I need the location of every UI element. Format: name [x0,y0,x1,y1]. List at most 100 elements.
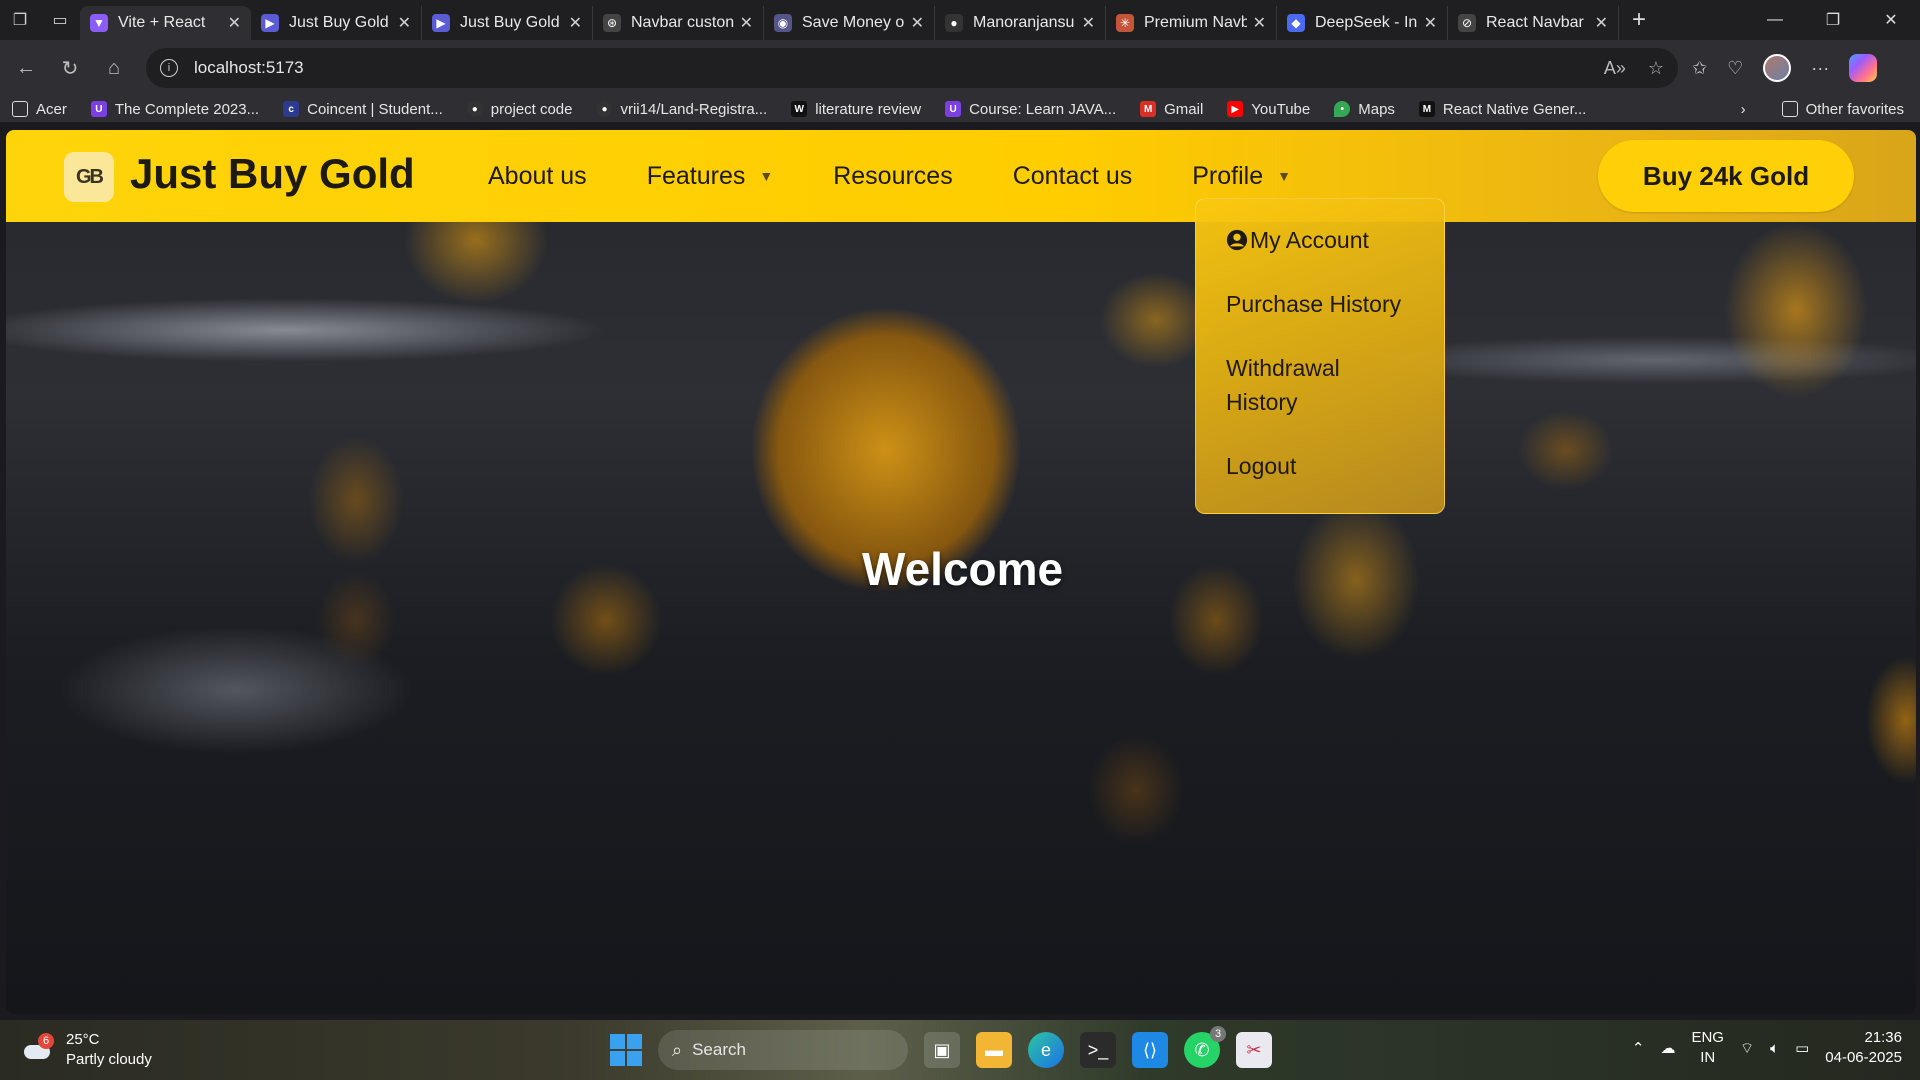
site-favicon-icon: ⊘ [1458,14,1476,32]
lang-top: ENG [1691,1029,1724,1046]
tab-close-icon[interactable]: ✕ [911,13,924,33]
tray-overflow-chevron-icon[interactable]: ⌃ [1632,1039,1645,1057]
vite-favicon-icon: ▼ [90,14,108,32]
bookmarks-overflow-chevron-icon[interactable]: › [1741,101,1746,118]
bookmark-item[interactable]: U The Complete 2023... [90,101,259,118]
task-view-icon[interactable]: ▣ [924,1032,960,1068]
close-window-icon[interactable]: ✕ [1862,0,1920,40]
edge-browser-icon[interactable]: e [1028,1032,1064,1068]
tab-close-icon[interactable]: ✕ [569,13,582,33]
page-viewport: GB Just Buy Gold About us Features ▼ Reso… [6,130,1916,1014]
minimize-icon[interactable]: — [1746,0,1804,40]
refresh-icon[interactable]: ↻ [48,48,92,88]
menu-item-purchase-history[interactable]: Purchase History [1226,287,1444,321]
copilot-icon[interactable] [1849,54,1878,82]
tab-close-icon[interactable]: ✕ [228,13,241,33]
url-text[interactable]: localhost:5173 [194,58,304,78]
menu-item-label: Purchase History [1226,291,1402,317]
nav-resources[interactable]: Resources [833,162,953,191]
system-tray: ⌃ ☁ ENG IN ⌔ 🔈︎ ▭ 21:36 04-06-2025 [1632,1028,1902,1068]
bookmark-item[interactable]: M Gmail [1140,101,1203,118]
nav-contact-us[interactable]: Contact us [1013,162,1133,191]
browser-tab[interactable]: ◉ Save Money o ✕ [764,6,935,40]
url-bar[interactable]: i localhost:5173 A» ☆ [146,48,1678,88]
address-bar-row: ← ↻ ⌂ i localhost:5173 A» ☆ ✩ ♡ ··· [0,40,1920,96]
taskbar-search[interactable]: ⌕ Search [658,1030,908,1070]
menu-item-logout[interactable]: Logout [1226,449,1444,483]
whatsapp-badge: 3 [1210,1026,1226,1042]
workspaces-icon[interactable]: ❐ [0,0,40,40]
tab-title: Manoranjansu [973,14,1075,31]
bookmark-item[interactable]: ▶ YouTube [1227,101,1310,118]
nav-profile[interactable]: Profile ▼ [1192,162,1291,191]
deepseek-favicon-icon: ◆ [1287,14,1305,32]
browser-tab[interactable]: ▶ Just Buy Gold ✕ [422,6,593,40]
terminal-icon[interactable]: >_ [1080,1032,1116,1068]
tab-close-icon[interactable]: ✕ [740,13,753,33]
menu-item-label: My Account [1250,227,1369,253]
bookmark-item[interactable]: c Coincent | Student... [283,101,443,118]
browser-tab[interactable]: ◆ DeepSeek - In ✕ [1277,6,1448,40]
tab-close-icon[interactable]: ✕ [398,13,411,33]
browser-tab[interactable]: ▼ Vite + React ✕ [80,6,251,40]
coincent-icon: c [283,101,300,117]
browser-essentials-icon[interactable]: ♡ [1727,58,1743,79]
onedrive-warning-icon[interactable]: ☁ [1660,1039,1675,1057]
tab-actions-icon[interactable]: ▭ [40,0,80,40]
tab-close-icon[interactable]: ✕ [1082,13,1095,33]
favorites-icon[interactable]: ✩ [1692,58,1707,79]
brand-name[interactable]: Just Buy Gold [130,150,415,198]
battery-icon[interactable]: ▭ [1795,1039,1809,1057]
browser-tab[interactable]: ⊘ React Navbar ✕ [1448,6,1619,40]
bookmark-item[interactable]: ● vrii14/Land-Registra... [596,101,767,118]
tab-close-icon[interactable]: ✕ [1595,13,1608,33]
bookmark-item[interactable]: M React Native Gener... [1418,101,1586,118]
udemy-icon: U [945,101,962,117]
vscode-icon[interactable]: ⟨⟩ [1132,1032,1168,1068]
nav-features[interactable]: Features ▼ [647,162,774,191]
volume-icon[interactable]: 🔈︎ [1770,1040,1779,1057]
tab-title: Just Buy Gold [460,14,560,31]
browser-tab[interactable]: ● Manoranjansu ✕ [935,6,1106,40]
more-menu-icon[interactable]: ··· [1811,58,1829,79]
bookmark-item[interactable]: • Maps [1334,101,1395,118]
windows-start-icon[interactable] [610,1034,642,1066]
restore-icon[interactable]: ❐ [1804,0,1862,40]
browser-tab-bar: ❐ ▭ ▼ Vite + React ✕ ▶ Just Buy Gold ✕ ▶… [0,0,1920,40]
language-indicator[interactable]: ENG IN [1691,1028,1724,1068]
menu-item-withdrawal-history[interactable]: Withdrawal History [1226,351,1376,419]
home-icon[interactable]: ⌂ [92,48,136,88]
weather-widget[interactable]: 6 25°C Partly cloudy [22,1030,152,1070]
github-icon: ● [466,101,483,117]
clock[interactable]: 21:36 04-06-2025 [1825,1028,1902,1068]
read-aloud-icon[interactable]: A» [1604,58,1626,79]
tab-close-icon[interactable]: ✕ [1253,13,1266,33]
snipping-tool-icon[interactable]: ✂ [1236,1032,1272,1068]
browser-tab[interactable]: ⊛ Navbar custon ✕ [593,6,764,40]
file-explorer-icon[interactable]: ▬ [976,1032,1012,1068]
site-navbar: GB Just Buy Gold About us Features ▼ Reso… [6,130,1916,222]
back-icon[interactable]: ← [4,48,48,88]
site-info-icon[interactable]: i [160,59,178,77]
tab-title: Just Buy Gold [289,14,389,31]
bookmark-item[interactable]: ● project code [466,100,573,118]
browser-tab[interactable]: ✳ Premium Navb ✕ [1106,6,1277,40]
bookmark-label: YouTube [1251,100,1311,118]
favorite-star-icon[interactable]: ☆ [1648,58,1664,79]
menu-item-my-account[interactable]: My Account [1226,223,1444,257]
logo-icon[interactable]: GB [64,152,114,202]
new-tab-icon[interactable]: + [1619,0,1659,40]
nav-about-us[interactable]: About us [488,162,587,191]
bookmark-item[interactable]: Wliterature review [791,101,921,118]
profile-avatar[interactable] [1763,54,1792,82]
other-favorites[interactable]: Other favorites [1781,101,1904,118]
wifi-icon[interactable]: ⌔ [1740,1039,1754,1058]
tab-close-icon[interactable]: ✕ [1424,13,1437,33]
partly-cloudy-icon: 6 [22,1033,54,1063]
bookmark-item[interactable]: U Course: Learn JAVA... [945,101,1116,118]
browser-tab[interactable]: ▶ Just Buy Gold ✕ [251,6,422,40]
bookmark-label: project code [490,100,573,118]
bookmark-item[interactable]: Acer [12,101,67,118]
whatsapp-icon[interactable]: ✆ 3 [1184,1026,1226,1068]
buy-gold-button[interactable]: Buy 24k Gold [1598,140,1854,212]
